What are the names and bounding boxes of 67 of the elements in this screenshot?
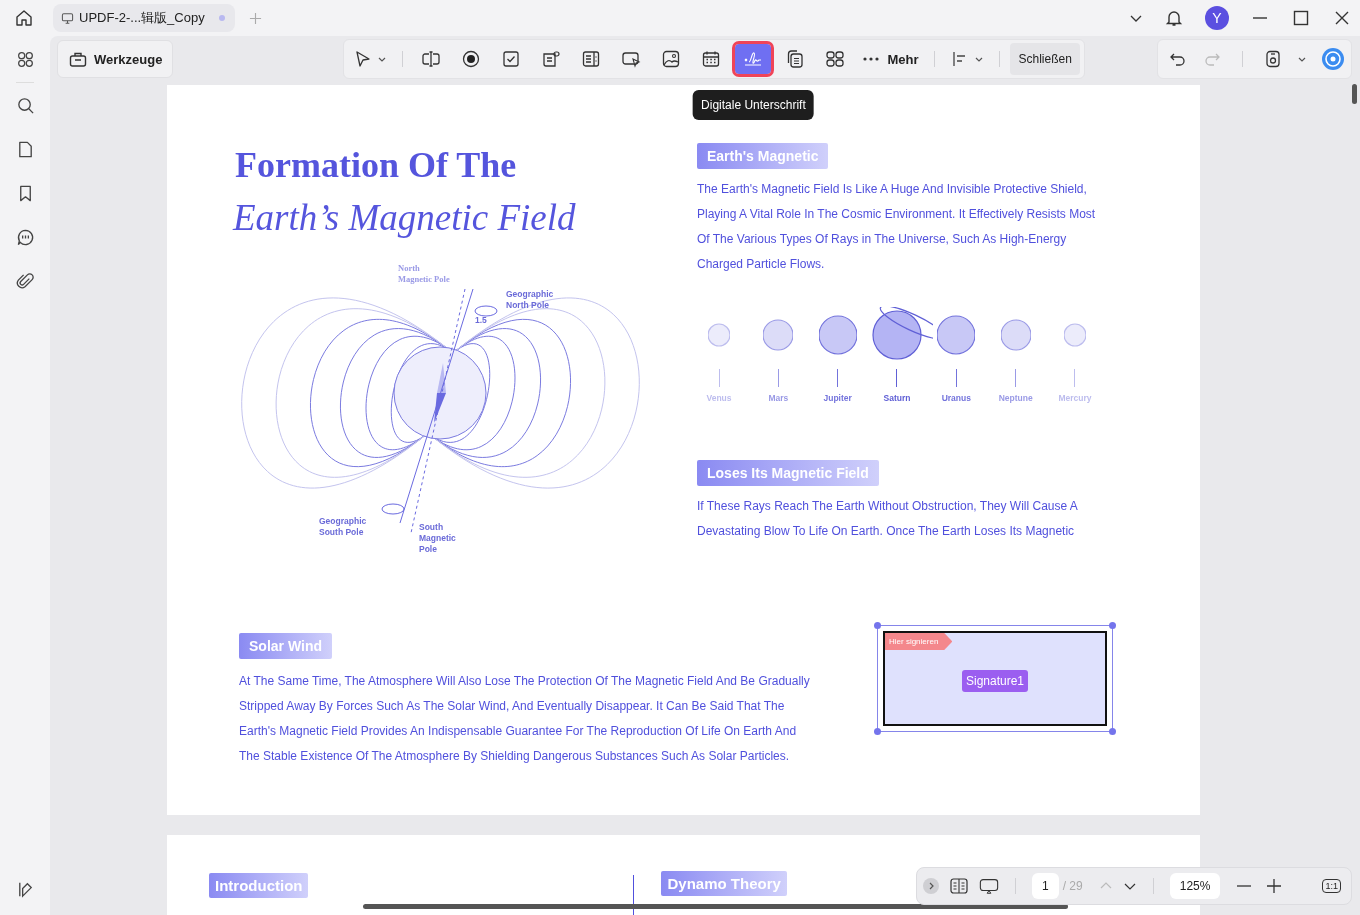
paragraph: At The Same Time, The Atmosphere Will Also Lose The Protection Of The Magnetic Field And Be Gradually Stripped Away By Forces Such As The Solar Wind, And Eventually Disappear. It Can Be Said That The Earth's Magnetic Field Provides An Indispensable Guarantee For The Reproduction Of Life On Earth And The Stable Existence Of The Atmosphere By Shielding Dangerous Substances Such As Solar Particles. [239, 673, 811, 765]
button-field-icon [621, 49, 642, 69]
section-heading: Introduction [209, 873, 309, 898]
combo-box-icon [541, 49, 562, 69]
close-button[interactable]: Schließen [1010, 43, 1080, 75]
radio-button-icon [461, 49, 482, 69]
presentation-icon[interactable] [979, 876, 999, 896]
planet-label: Venus [706, 393, 732, 403]
expand-button[interactable] [923, 878, 939, 894]
save-icon[interactable] [1263, 49, 1283, 69]
user-avatar[interactable]: Y [1205, 6, 1229, 30]
diagram-label: Geographic North Pole [506, 289, 554, 310]
section-heading: Loses Its Magnetic Field [697, 460, 879, 486]
resize-handle[interactable] [1109, 622, 1116, 629]
text-field-icon [421, 49, 442, 69]
resize-handle[interactable] [874, 622, 881, 629]
document-subtitle: Earth’s Magnetic Field [233, 196, 577, 240]
vertical-scrollbar[interactable] [1352, 84, 1357, 104]
tools-button[interactable]: Werkzeuge [57, 40, 174, 78]
ellipsis-icon [863, 57, 880, 61]
document-tab[interactable]: UPDF-2-...辑版_Copy [53, 4, 235, 32]
horizontal-scrollbar[interactable] [363, 904, 1068, 909]
sign-here-flag: Hier signieren [885, 633, 953, 650]
tooltip: Digitale Unterschrift [693, 90, 814, 120]
home-icon[interactable] [14, 8, 34, 28]
grid-icon [825, 49, 846, 69]
section-heading: Dynamo Theory [661, 871, 787, 896]
resize-handle[interactable] [874, 728, 881, 735]
diagram-label: North Magnetic Pole [398, 263, 450, 284]
two-page-view-icon[interactable] [949, 876, 969, 896]
actual-size-button[interactable]: 1:1 [1322, 879, 1341, 893]
field-name-label: Signature1 [961, 669, 1028, 692]
assistant-icon[interactable] [1321, 47, 1345, 71]
calendar-icon [701, 49, 722, 69]
zoom-level-field[interactable]: 125% [1169, 873, 1221, 899]
checkbox-icon [501, 49, 522, 69]
page-number-field[interactable]: 1 [1032, 873, 1059, 899]
planet-label: Uranus [941, 393, 971, 403]
maximize-icon[interactable] [1291, 8, 1311, 28]
paperclip-icon[interactable] [15, 272, 35, 291]
paragraph: If These Rays Reach The Earth Without Obstruction, They Will Cause A Devastating Blow To Life On Earth. Once The Earth Loses Its Magnetic [697, 498, 1079, 540]
signature-field[interactable]: Hier signieren Signature1 [877, 625, 1113, 732]
comment-icon[interactable] [15, 228, 35, 247]
planet-label: Saturn [883, 393, 911, 403]
apps-icon[interactable] [15, 50, 35, 69]
planet-label: Neptune [998, 393, 1033, 403]
monitor-icon [61, 11, 74, 25]
resize-handle[interactable] [1109, 728, 1116, 735]
tab-title: UPDF-2-...辑版_Copy [79, 9, 205, 27]
more-button[interactable]: Mehr [857, 51, 925, 67]
document-title: Formation Of The [235, 144, 518, 187]
list-box-icon [581, 49, 602, 69]
diagram-label: Geographic South Pole [319, 516, 367, 537]
image-icon [661, 49, 682, 69]
section-heading: Earth's Magnetic [697, 143, 829, 169]
diagram-label: 1.5 [475, 315, 487, 325]
page-count: / 29 [1062, 879, 1083, 893]
bell-icon[interactable] [1164, 8, 1184, 28]
copy-icon [785, 49, 806, 69]
paragraph: The Earth's Magnetic Field Is Like A Huge And Invisible Protective Shield, Playing A Vital Role In The Cosmic Environment. It Effectively Resists Most Of The Various Types Of Rays in The Universe, Such As High-Energy Charged Particle Flows. [697, 181, 1097, 273]
search-icon[interactable] [15, 96, 35, 115]
planet-label: Mercury [1058, 393, 1092, 403]
planet-label: Mars [768, 393, 789, 403]
section-heading: Solar Wind [239, 633, 332, 659]
diagram-label: South Magnetic Pole [419, 522, 456, 554]
planet-label: Jupiter [823, 393, 852, 403]
signature-icon [743, 49, 764, 69]
